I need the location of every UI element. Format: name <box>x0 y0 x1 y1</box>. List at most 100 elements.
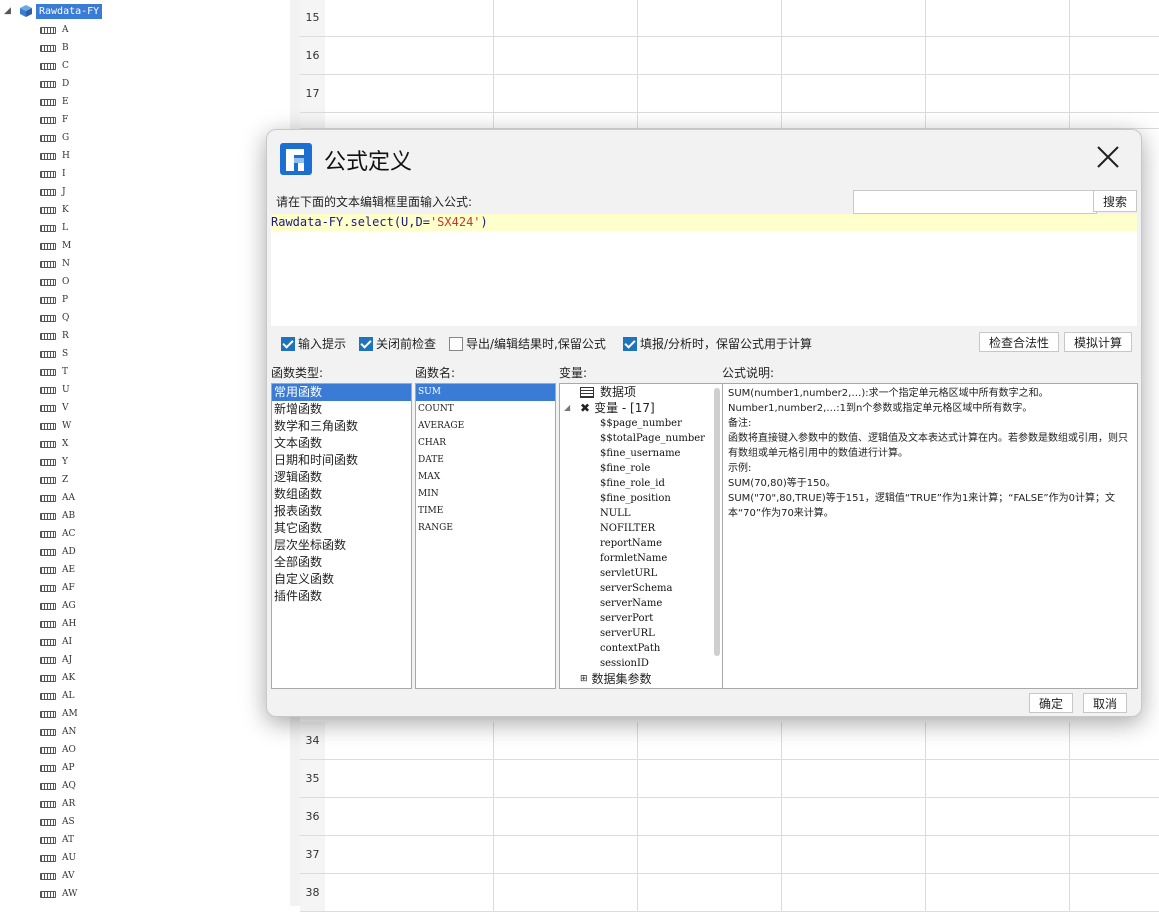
variable-item[interactable]: $fine_position <box>560 491 722 506</box>
grid-row[interactable] <box>325 874 1159 912</box>
tree-column-item[interactable]: Z <box>40 471 68 489</box>
variable-item[interactable]: $fine_username <box>560 446 722 461</box>
variable-item[interactable]: sessionID <box>560 656 722 671</box>
checkbox-icon[interactable] <box>623 336 637 351</box>
category-item[interactable]: 常用函数 <box>272 384 411 401</box>
tree-column-item[interactable]: AA <box>40 489 75 507</box>
tree-column-item[interactable]: D <box>40 75 69 93</box>
close-icon[interactable] <box>1093 142 1123 172</box>
function-item[interactable]: MIN <box>416 486 555 503</box>
tree-column-item[interactable]: H <box>40 147 70 165</box>
variable-item[interactable]: contextPath <box>560 641 722 656</box>
row-header[interactable] <box>300 113 325 129</box>
option-keep-formula-export[interactable]: 导出/编辑结果时,保留公式 <box>449 335 606 352</box>
tree-column-item[interactable]: T <box>40 363 68 381</box>
function-item[interactable]: TIME <box>416 503 555 520</box>
grid-row[interactable] <box>325 75 1159 113</box>
tree-column-item[interactable]: X <box>40 435 68 453</box>
dataset-params-node[interactable]: ⊞ 数据集参数 <box>560 671 722 687</box>
row-header[interactable]: 15 <box>300 0 325 37</box>
category-item[interactable]: 日期和时间函数 <box>272 452 411 469</box>
tree-column-item[interactable]: AJ <box>40 651 72 669</box>
grid-row[interactable] <box>325 722 1159 760</box>
grid-row[interactable] <box>325 0 1159 37</box>
tree-column-item[interactable]: AR <box>40 795 75 813</box>
check-validity-button[interactable]: 检查合法性 <box>979 332 1059 352</box>
variable-scrollbar[interactable] <box>714 388 720 656</box>
tree-column-item[interactable]: I <box>40 165 66 183</box>
variable-item[interactable]: $$page_number <box>560 416 722 431</box>
category-item[interactable]: 逻辑函数 <box>272 469 411 486</box>
tree-column-item[interactable]: K <box>40 201 69 219</box>
row-header[interactable]: 37 <box>300 836 325 874</box>
tree-column-item[interactable]: AK <box>40 669 75 687</box>
function-item[interactable]: CHAR <box>416 435 555 452</box>
function-item[interactable]: RANGE <box>416 520 555 537</box>
category-item[interactable]: 自定义函数 <box>272 571 411 588</box>
tree-column-item[interactable]: AO <box>40 741 76 759</box>
tree-column-item[interactable]: AT <box>40 831 74 849</box>
tree-column-item[interactable]: AB <box>40 507 75 525</box>
cancel-button[interactable]: 取消 <box>1083 693 1127 713</box>
variable-item[interactable]: $fine_role <box>560 461 722 476</box>
tree-root[interactable]: ◢ Rawdata-FY <box>4 3 103 19</box>
variable-item[interactable]: reportName <box>560 536 722 551</box>
option-input-hint[interactable]: 输入提示 <box>281 335 346 352</box>
row-header[interactable]: 17 <box>300 75 325 113</box>
variable-item[interactable]: formletName <box>560 551 722 566</box>
grid-row[interactable] <box>325 113 1159 129</box>
tree-column-item[interactable]: AH <box>40 615 76 633</box>
tree-column-item[interactable]: AW <box>40 885 77 903</box>
row-header[interactable]: 16 <box>300 37 325 75</box>
category-item[interactable]: 文本函数 <box>272 435 411 452</box>
variable-item[interactable]: $fine_role_id <box>560 476 722 491</box>
search-button[interactable]: 搜索 <box>1093 190 1137 212</box>
variable-item[interactable]: serverSchema <box>560 581 722 596</box>
category-item[interactable]: 报表函数 <box>272 503 411 520</box>
ok-button[interactable]: 确定 <box>1029 693 1073 713</box>
function-item[interactable]: MAX <box>416 469 555 486</box>
tree-column-item[interactable]: V <box>40 399 69 417</box>
tree-column-item[interactable]: J <box>40 183 66 201</box>
tree-column-item[interactable]: P <box>40 291 68 309</box>
tree-column-item[interactable]: AL <box>40 687 74 705</box>
tree-column-item[interactable]: F <box>40 111 68 129</box>
tree-column-item[interactable]: W <box>40 417 71 435</box>
variable-item[interactable]: serverURL <box>560 626 722 641</box>
search-input[interactable] <box>853 190 1097 214</box>
variable-item[interactable]: serverPort <box>560 611 722 626</box>
category-item[interactable]: 全部函数 <box>272 554 411 571</box>
tree-column-item[interactable]: U <box>40 381 70 399</box>
tree-column-item[interactable]: AP <box>40 759 75 777</box>
row-header[interactable]: 35 <box>300 760 325 798</box>
row-header[interactable]: 38 <box>300 874 325 912</box>
variable-group-node[interactable]: ◢ ✖ 变量 - [17] <box>560 400 722 416</box>
variable-item[interactable]: servletURL <box>560 566 722 581</box>
tree-column-item[interactable]: R <box>40 327 69 345</box>
category-item[interactable]: 数组函数 <box>272 486 411 503</box>
data-item-node[interactable]: 数据项 <box>560 384 722 400</box>
category-item[interactable]: 插件函数 <box>272 588 411 605</box>
checkbox-icon[interactable] <box>359 336 373 351</box>
category-item[interactable]: 新增函数 <box>272 401 411 418</box>
tree-column-item[interactable]: AV <box>40 867 75 885</box>
tree-column-item[interactable]: A <box>40 21 69 39</box>
variable-item[interactable]: NULL <box>560 506 722 521</box>
tree-column-item[interactable]: AG <box>40 597 76 615</box>
simulate-calc-button[interactable]: 模拟计算 <box>1064 332 1132 352</box>
checkbox-icon[interactable] <box>449 336 463 351</box>
function-item[interactable]: COUNT <box>416 401 555 418</box>
tree-column-item[interactable]: AC <box>40 525 75 543</box>
function-item[interactable]: SUM <box>416 384 555 401</box>
tree-column-item[interactable]: E <box>40 93 69 111</box>
tree-column-item[interactable]: AD <box>40 543 76 561</box>
tree-column-item[interactable]: AU <box>40 849 76 867</box>
tree-column-item[interactable]: C <box>40 57 69 75</box>
tree-column-item[interactable]: AN <box>40 723 76 741</box>
grid-row[interactable] <box>325 37 1159 75</box>
tree-column-item[interactable]: O <box>40 273 69 291</box>
tree-column-item[interactable]: AS <box>40 813 75 831</box>
tree-column-item[interactable]: AI <box>40 633 72 651</box>
category-item[interactable]: 层次坐标函数 <box>272 537 411 554</box>
tree-column-item[interactable]: N <box>40 255 70 273</box>
